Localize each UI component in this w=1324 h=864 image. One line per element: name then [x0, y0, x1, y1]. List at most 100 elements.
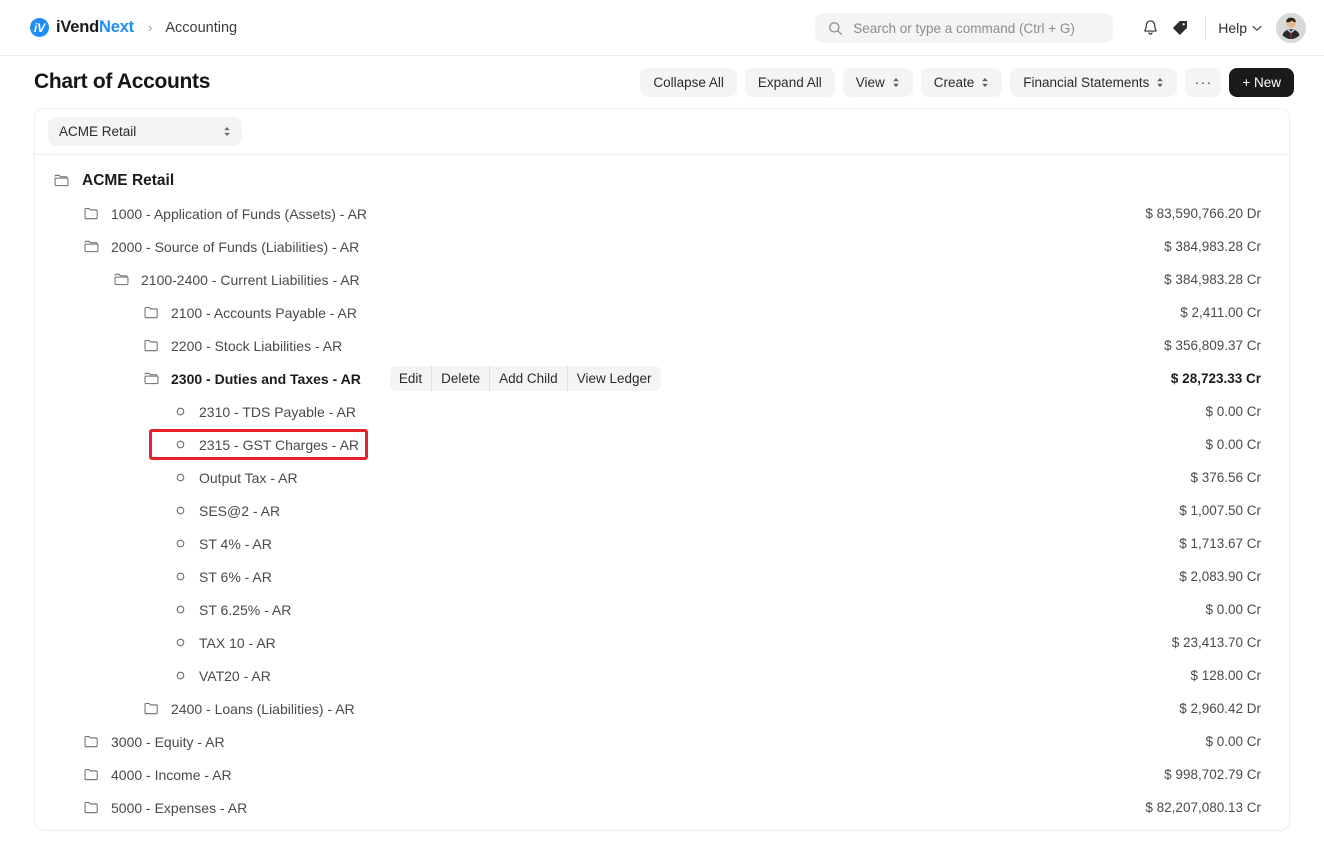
- page-content: ACME Retail ACME Retail 1000 - Applicatio…: [0, 108, 1324, 831]
- tree-row[interactable]: 2000 - Source of Funds (Liabilities) - A…: [35, 230, 1289, 263]
- notifications-button[interactable]: [1135, 13, 1165, 43]
- tree-row-amount: $ 128.00 Cr: [1190, 668, 1261, 683]
- tree-row-label-group: 3000 - Equity - AR: [83, 733, 225, 750]
- global-search-input[interactable]: Search or type a command (Ctrl + G): [815, 13, 1114, 43]
- tree-row[interactable]: ACME Retail: [35, 164, 1289, 197]
- tree-row-label-group: ST 6% - AR: [173, 569, 272, 585]
- tree-row-label: SES@2 - AR: [199, 502, 281, 519]
- tree-row[interactable]: SES@2 - AR $ 1,007.50 Cr: [35, 494, 1289, 527]
- tree-row-label: 2300 - Duties and Taxes - AR: [171, 370, 361, 387]
- ivendnext-logo-icon: iV: [30, 18, 49, 37]
- tree-row-amount: $ 384,983.28 Cr: [1164, 239, 1261, 254]
- folder-closed-icon: [84, 768, 98, 781]
- chevron-down-icon: [1252, 25, 1262, 31]
- tree-row[interactable]: 2315 - GST Charges - AR $ 0.00 Cr: [35, 428, 1289, 461]
- leaf-node-circle-icon: [176, 506, 185, 515]
- bell-icon: [1143, 20, 1157, 35]
- expand-all-button[interactable]: Expand All: [744, 67, 835, 97]
- tree-row-amount: $ 1,007.50 Cr: [1179, 503, 1261, 518]
- navbar-divider: [1205, 17, 1207, 39]
- tag-icon: [1173, 20, 1188, 35]
- tree-row-amount: $ 0.00 Cr: [1205, 734, 1261, 749]
- view-dropdown-button[interactable]: View: [842, 67, 913, 97]
- tree-row[interactable]: 2300 - Duties and Taxes - AR Edit Delete Ad…: [35, 362, 1289, 395]
- help-menu-button[interactable]: Help: [1218, 20, 1262, 36]
- tree-row-amount: $ 2,960.42 Dr: [1179, 701, 1261, 716]
- tree-row[interactable]: 4000 - Income - AR $ 998,702.79 Cr: [35, 758, 1289, 791]
- brand-logo[interactable]: iV iVendNext: [30, 18, 134, 37]
- tree-row-label: 2400 - Loans (Liabilities) - AR: [171, 700, 355, 717]
- view-label: View: [855, 74, 885, 90]
- add-child-button[interactable]: Add Child: [490, 366, 568, 391]
- navbar-right-cluster: Search or type a command (Ctrl + G) Help: [815, 0, 1306, 56]
- collapse-all-label: Collapse All: [653, 74, 724, 90]
- financial-statements-label: Financial Statements: [1023, 74, 1150, 90]
- tree-row[interactable]: 2100-2400 - Current Liabilities - AR $ 38…: [35, 263, 1289, 296]
- folder-open-icon: [114, 273, 129, 286]
- folder-closed-icon: [84, 735, 98, 748]
- tree-row[interactable]: TAX 10 - AR $ 23,413.70 Cr: [35, 626, 1289, 659]
- tree-row-label-group: 2315 - GST Charges - AR: [173, 437, 359, 453]
- tree-row[interactable]: ST 6.25% - AR $ 0.00 Cr: [35, 593, 1289, 626]
- user-avatar[interactable]: [1276, 13, 1306, 43]
- tree-row-label: 2315 - GST Charges - AR: [199, 436, 360, 453]
- tree-row-label: ST 4% - AR: [199, 535, 272, 552]
- tree-row-label-group: 2200 - Stock Liabilities - AR: [143, 337, 342, 354]
- tree-row-label-group: VAT20 - AR: [173, 668, 271, 684]
- tree-row[interactable]: 5000 - Expenses - AR $ 82,207,080.13 Cr: [35, 791, 1289, 824]
- folder-closed-icon: [144, 306, 158, 319]
- row-action-group: Edit Delete Add Child View Ledger: [389, 366, 661, 391]
- tree-row[interactable]: 3000 - Equity - AR $ 0.00 Cr: [35, 725, 1289, 758]
- tree-row[interactable]: 2100 - Accounts Payable - AR $ 2,411.00 C…: [35, 296, 1289, 329]
- brand-name: iVendNext: [56, 18, 134, 37]
- more-options-button[interactable]: ···: [1185, 67, 1222, 97]
- brand-name-second: Next: [99, 18, 134, 36]
- tree-row-amount: $ 23,413.70 Cr: [1171, 635, 1261, 650]
- tree-row[interactable]: Output Tax - AR $ 376.56 Cr: [35, 461, 1289, 494]
- tags-button[interactable]: [1165, 13, 1195, 43]
- tree-row[interactable]: 2400 - Loans (Liabilities) - AR $ 2,960.4…: [35, 692, 1289, 725]
- tree-row-label: 2100 - Accounts Payable - AR: [171, 304, 357, 321]
- tree-row[interactable]: 1000 - Application of Funds (Assets) - A…: [35, 197, 1289, 230]
- tree-row-amount: $ 0.00 Cr: [1205, 602, 1261, 617]
- search-icon: [829, 21, 843, 35]
- updown-chevron-icon: [892, 77, 900, 88]
- tree-row-label: 1000 - Application of Funds (Assets) - A…: [111, 205, 368, 222]
- tree-row-label: 2000 - Source of Funds (Liabilities) - A…: [111, 238, 360, 255]
- delete-button[interactable]: Delete: [432, 366, 491, 391]
- tree-row[interactable]: ST 4% - AR $ 1,713.67 Cr: [35, 527, 1289, 560]
- tree-row[interactable]: 2310 - TDS Payable - AR $ 0.00 Cr: [35, 395, 1289, 428]
- tree-row-label: ST 6.25% - AR: [199, 601, 292, 618]
- collapse-all-button[interactable]: Collapse All: [640, 67, 737, 97]
- tree-row[interactable]: VAT20 - AR $ 128.00 Cr: [35, 659, 1289, 692]
- view-ledger-button[interactable]: View Ledger: [568, 366, 661, 391]
- tree-row-label-group: 2000 - Source of Funds (Liabilities) - A…: [83, 238, 359, 255]
- updown-chevron-icon: [981, 77, 989, 88]
- create-dropdown-button[interactable]: Create: [920, 67, 1003, 97]
- tree-row[interactable]: ST 6% - AR $ 2,083.90 Cr: [35, 560, 1289, 593]
- tree-row-label-group: TAX 10 - AR: [173, 635, 276, 651]
- updown-chevron-icon: [1156, 77, 1164, 88]
- tree-row-amount: $ 2,083.90 Cr: [1179, 569, 1261, 584]
- tree-row-label: 2100-2400 - Current Liabilities - AR: [141, 271, 360, 288]
- company-select[interactable]: ACME Retail: [48, 117, 242, 146]
- breadcrumb-separator-icon: ›: [147, 20, 153, 35]
- leaf-node-circle-icon: [176, 605, 185, 614]
- tree-row-label-group: 1000 - Application of Funds (Assets) - A…: [83, 205, 367, 222]
- financial-statements-dropdown-button[interactable]: Financial Statements: [1010, 67, 1178, 97]
- breadcrumb-accounting[interactable]: Accounting: [165, 20, 237, 36]
- leaf-node-circle-icon: [176, 440, 185, 449]
- new-button[interactable]: + New: [1229, 67, 1294, 97]
- tree-row-label-group: 2310 - TDS Payable - AR: [173, 404, 356, 420]
- avatar-person-icon: [1276, 13, 1306, 43]
- tree-row-label-group: 2100 - Accounts Payable - AR: [143, 304, 357, 321]
- leaf-node-circle-icon: [176, 572, 185, 581]
- edit-button[interactable]: Edit: [390, 366, 433, 391]
- folder-closed-icon: [144, 702, 158, 715]
- page-header-actions: Collapse All Expand All View Create Fina…: [640, 56, 1294, 108]
- global-search-placeholder: Search or type a command (Ctrl + G): [853, 20, 1075, 36]
- tree-row-label: 2310 - TDS Payable - AR: [199, 403, 356, 420]
- tree-row-label-group: ACME Retail: [53, 172, 174, 190]
- tree-row[interactable]: 2200 - Stock Liabilities - AR $ 356,809.3…: [35, 329, 1289, 362]
- tree-row-amount: $ 82,207,080.13 Cr: [1145, 800, 1261, 815]
